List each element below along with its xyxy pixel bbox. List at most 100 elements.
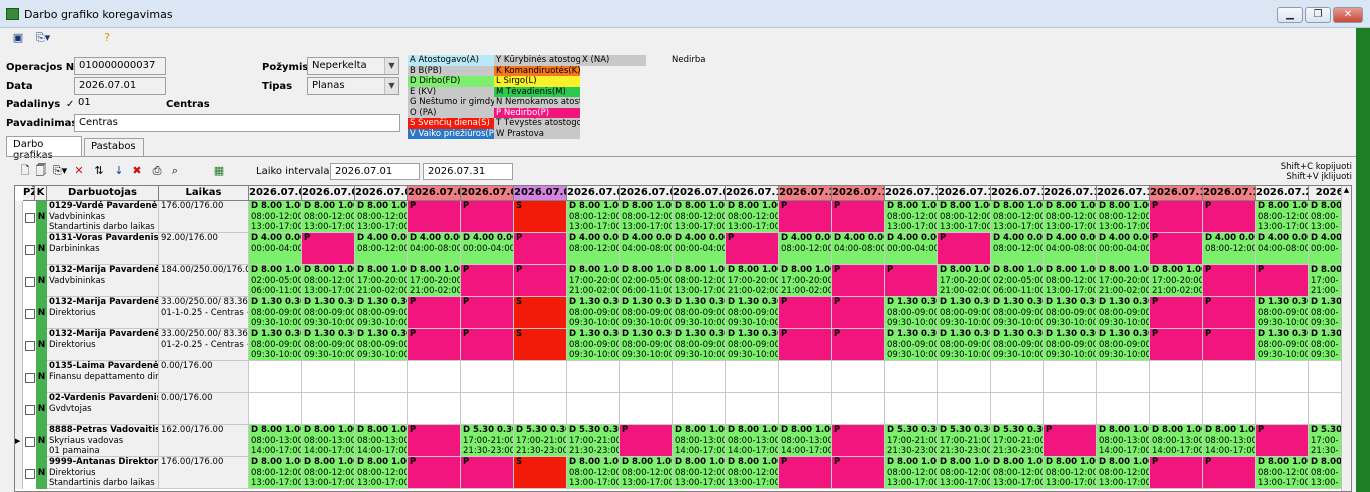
schedule-cell[interactable]: D 8.00 1.00 08:00-12:00 13:00-17:00	[355, 457, 408, 489]
schedule-cell[interactable]: D 8.00 1.00 08:00-12:00 13:00-17:00	[302, 201, 355, 233]
header-date[interactable]: 2026.07.01	[249, 186, 302, 201]
schedule-cell[interactable]: D 8.00 1.00 02:00-05:00 06:00-11:00	[620, 265, 673, 297]
schedule-cell[interactable]: P	[408, 425, 461, 457]
row-selector[interactable]	[15, 297, 23, 329]
schedule-cell[interactable]	[620, 393, 673, 425]
schedule-cell[interactable]: D 4.00 0.00 08:00-12:00	[567, 233, 620, 265]
schedule-cell[interactable]: D 8.00 1.00 17:00-20:00 21:00-02:00	[1097, 265, 1150, 297]
schedule-cell[interactable]	[673, 393, 726, 425]
schedule-cell[interactable]: D 5.30 0.30 17:00-21:00 21:30-23:00	[567, 425, 620, 457]
schedule-cell[interactable]: D 1.30 0.30 08:00-09:00 09:30-10:00	[1256, 329, 1309, 361]
schedule-cell[interactable]: D 1.30 0.30 08:00-09:00 09:30-10:00	[302, 297, 355, 329]
schedule-cell[interactable]: D 8.00 1.00 08:00-13:00 14:00-17:00	[1097, 425, 1150, 457]
schedule-cell[interactable]: D 1.30 0.30 08:00-09:00 09:30-10:00	[1044, 329, 1097, 361]
vertical-scrollbar[interactable]: ▲	[1341, 186, 1351, 491]
find-icon[interactable]: ⌕	[168, 164, 182, 178]
schedule-cell[interactable]: P	[1150, 457, 1203, 489]
schedule-cell[interactable]: D 8.00 1.00 08:00-12:00 13:00-17:00	[1256, 201, 1309, 233]
schedule-cell[interactable]: D 1.30 0.30 08:00-09:00 09:30-10:00	[355, 297, 408, 329]
schedule-cell[interactable]	[408, 393, 461, 425]
header-date[interactable]: 2026.07.03	[355, 186, 408, 201]
schedule-cell[interactable]: P	[461, 201, 514, 233]
feature-select[interactable]: Neperkelta ▼	[307, 57, 399, 75]
schedule-cell[interactable]: D 8.00 1.00 08:00-13:00 14:00-17:00	[302, 425, 355, 457]
employee-cell[interactable]: 0132-Marija Pavardenė Vadvbininkas	[47, 265, 159, 297]
schedule-cell[interactable]: P	[461, 297, 514, 329]
schedule-cell[interactable]	[832, 361, 885, 393]
schedule-cell[interactable]: D 8.00 1.00 17:00-20:00 21:00-02:00	[779, 265, 832, 297]
schedule-cell[interactable]: D 1.30 0.30 08:00-09:00 09:30-10:00	[885, 297, 938, 329]
schedule-cell[interactable]: P	[832, 425, 885, 457]
schedule-cell[interactable]	[779, 361, 832, 393]
employee-cell[interactable]: 8888-Petras Vadovaitis Skyriaus vadovas 01…	[47, 425, 159, 457]
export-icon[interactable]: ⎘▾	[29, 31, 57, 45]
header-date[interactable]: 2026.07.13	[885, 186, 938, 201]
schedule-cell[interactable]: P	[779, 457, 832, 489]
row-selector[interactable]	[15, 361, 23, 393]
schedule-cell[interactable]: P	[514, 233, 567, 265]
schedule-cell[interactable]	[1203, 361, 1256, 393]
header-date[interactable]: 2026.07.19	[1203, 186, 1256, 201]
clear-icon[interactable]: ✖	[130, 164, 144, 178]
schedule-cell[interactable]: P	[726, 233, 779, 265]
row-checkbox[interactable]	[25, 213, 35, 223]
schedule-cell[interactable]: D 4.00 0.00 04:00-08:00	[1256, 233, 1309, 265]
schedule-cell[interactable]	[991, 361, 1044, 393]
schedule-cell[interactable]: P	[1044, 425, 1097, 457]
interval-from-field[interactable]: 2026.07.01	[330, 163, 420, 180]
print-icon[interactable]: ⎙	[150, 164, 164, 178]
schedule-cell[interactable]: D 8.00 1.00 08:00-13:00 14:00-17:00	[1203, 425, 1256, 457]
schedule-cell[interactable]	[620, 361, 673, 393]
schedule-cell[interactable]: P	[514, 265, 567, 297]
row-selector[interactable]	[15, 201, 23, 233]
header-date[interactable]: 2026.07.02	[302, 186, 355, 201]
schedule-cell[interactable]	[726, 393, 779, 425]
schedule-cell[interactable]: D 8.00 1.00 08:00-12:00 13:00-17:00	[885, 201, 938, 233]
header-date[interactable]: 2026.07.07	[567, 186, 620, 201]
copy-document-icon[interactable]: 🗍	[34, 164, 48, 178]
schedule-cell[interactable]: D 8.00 1.00 08:00-12:00 13:00-17:00	[991, 201, 1044, 233]
schedule-cell[interactable]: P	[408, 201, 461, 233]
schedule-cell[interactable]: P	[1256, 425, 1309, 457]
schedule-cell[interactable]	[355, 393, 408, 425]
schedule-cell[interactable]: D 1.30 0.30 08:00-09:00 09:30-10:00	[938, 329, 991, 361]
schedule-cell[interactable]: P	[461, 457, 514, 489]
schedule-cell[interactable]	[1203, 393, 1256, 425]
schedule-cell[interactable]: S	[514, 201, 567, 233]
schedule-cell[interactable]: D 8.00 1.00 08:00-13:00 14:00-17:00	[779, 425, 832, 457]
schedule-cell[interactable]	[408, 361, 461, 393]
header-date[interactable]: 2026.07.17	[1097, 186, 1150, 201]
schedule-cell[interactable]: D 8.00 1.00 08:00-12:00 13:00-17:00	[673, 265, 726, 297]
schedule-cell[interactable]	[1097, 361, 1150, 393]
schedule-cell[interactable]	[832, 393, 885, 425]
type-select[interactable]: Planas ▼	[307, 77, 399, 95]
scroll-up-icon[interactable]: ▲	[1342, 186, 1351, 194]
schedule-cell[interactable]: P	[1203, 457, 1256, 489]
schedule-cell[interactable]: D 1.30 0.30 08:00-09:00 09:30-10:00	[567, 297, 620, 329]
schedule-cell[interactable]: D 8.00 1.00 17:00-20:00 21:00-02:00	[938, 265, 991, 297]
schedule-cell[interactable]: P	[885, 265, 938, 297]
operation-field[interactable]: 010000000037	[74, 57, 166, 75]
schedule-cell[interactable]: P	[1150, 233, 1203, 265]
schedule-cell[interactable]: D 4.00 0.00 00:00-04:00	[461, 233, 514, 265]
schedule-cell[interactable]: D 1.30 0.30 08:00-09:00 09:30-10:00	[620, 297, 673, 329]
schedule-cell[interactable]: P	[938, 233, 991, 265]
schedule-cell[interactable]: D 8.00 1.00 08:00-12:00 13:00-17:00	[726, 457, 779, 489]
sort-icon[interactable]: ↓	[112, 164, 126, 178]
schedule-cell[interactable]: D 8.00 1.00 02:00-05:00 06:00-11:00	[991, 265, 1044, 297]
row-checkbox[interactable]	[25, 405, 35, 415]
schedule-cell[interactable]: D 4.00 0.00 04:00-08:00	[832, 233, 885, 265]
schedule-cell[interactable]	[461, 393, 514, 425]
tab-schedule[interactable]: Darbo grafikas	[6, 136, 82, 161]
schedule-cell[interactable]: D 8.00 1.00 08:00-12:00 13:00-17:00	[726, 201, 779, 233]
schedule-cell[interactable]: D 1.30 0.30 08:00-09:00 09:30-10:00	[1097, 297, 1150, 329]
employee-cell[interactable]: 9999-Antanas DirektoraitisDirektoriusSta…	[47, 457, 159, 489]
delete-icon[interactable]: ✕	[72, 164, 86, 178]
schedule-cell[interactable]: D 5.30 0.30 17:00-21:00 21:30-23:00	[461, 425, 514, 457]
schedule-cell[interactable]: D 8.00 1.00 08:00-12:00 13:00-17:00	[567, 457, 620, 489]
schedule-cell[interactable]: S	[514, 457, 567, 489]
schedule-cell[interactable]: D 8.00 1.00 08:00-12:00 13:00-17:00	[938, 457, 991, 489]
schedule-cell[interactable]: D 8.00 1.00 08:00-12:00 13:00-17:00	[1044, 265, 1097, 297]
export-grid-icon[interactable]: ⎘▾	[50, 164, 70, 178]
schedule-cell[interactable]: D 4.00 0.00 00:00-04:00	[249, 233, 302, 265]
